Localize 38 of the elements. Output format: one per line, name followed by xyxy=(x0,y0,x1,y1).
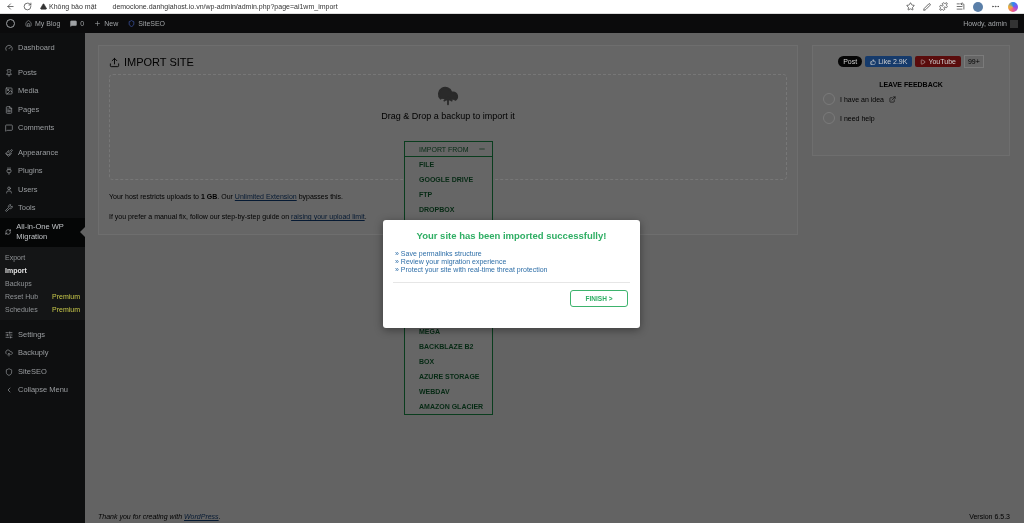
play-icon xyxy=(920,58,927,65)
brush-icon xyxy=(5,148,13,157)
favorites-icon[interactable] xyxy=(956,2,965,11)
warning-icon xyxy=(40,3,47,10)
sliders-icon xyxy=(5,330,13,339)
reload-icon[interactable] xyxy=(23,2,32,11)
minus-icon xyxy=(478,145,486,153)
wrench-icon xyxy=(5,204,13,213)
avatar-square xyxy=(1010,19,1018,28)
gauge-icon xyxy=(5,44,13,53)
comment-icon xyxy=(5,124,13,133)
image-icon xyxy=(5,87,13,96)
plug-icon xyxy=(5,167,13,176)
user-icon xyxy=(5,185,13,194)
import-icon xyxy=(109,56,120,68)
external-link-icon xyxy=(889,95,896,103)
shield-icon xyxy=(5,367,13,376)
shield-icon xyxy=(128,20,136,27)
puzzle-icon[interactable] xyxy=(939,2,948,11)
comment-icon xyxy=(70,20,78,27)
assistant-logo-icon[interactable] xyxy=(1008,1,1018,12)
home-icon xyxy=(25,20,32,27)
back-icon[interactable] xyxy=(6,2,15,11)
thumbs-up-icon xyxy=(870,58,877,65)
profile-avatar[interactable] xyxy=(973,1,983,12)
page-icon xyxy=(5,105,13,114)
pin-icon xyxy=(5,68,13,77)
refresh-icon xyxy=(5,228,12,236)
dialog-title: Your site has been imported successfully! xyxy=(415,230,608,241)
drop-text: Drag & Drop a backup to import it xyxy=(381,111,515,121)
cloud-upload-icon xyxy=(5,349,13,358)
page-title: IMPORT SITE xyxy=(109,56,787,68)
chevron-left-icon xyxy=(5,386,13,395)
star-icon[interactable] xyxy=(906,2,915,11)
more-icon[interactable] xyxy=(991,2,1000,11)
pen-icon[interactable] xyxy=(923,2,931,11)
plus-icon xyxy=(94,20,102,27)
cloud-upload-icon xyxy=(437,85,459,107)
